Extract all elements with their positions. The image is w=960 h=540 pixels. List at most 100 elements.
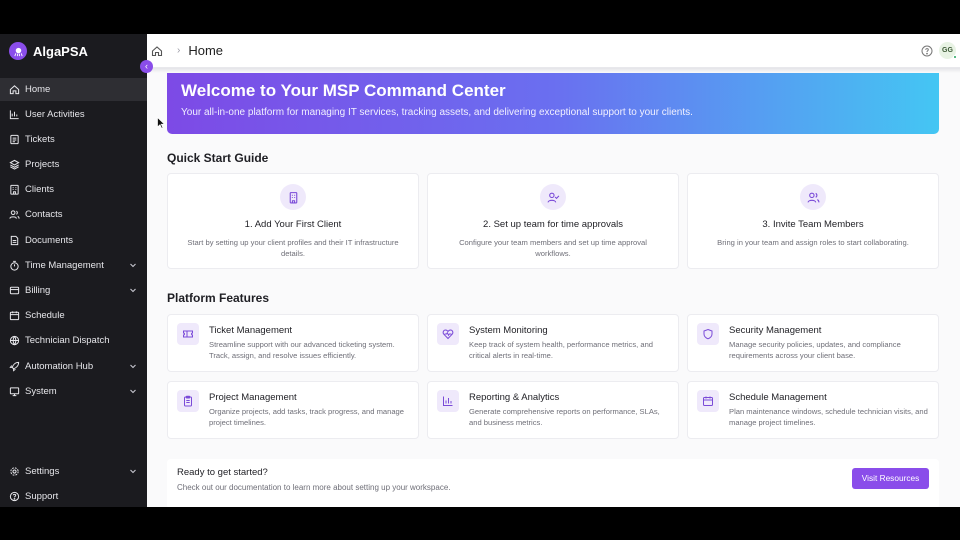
users-icon — [9, 210, 20, 219]
sidebar-item-billing[interactable]: Billing — [0, 279, 147, 302]
sidebar-item-label: Automation Hub — [25, 361, 94, 372]
chevron-down-icon[interactable] — [129, 286, 137, 294]
sidebar-item-contacts[interactable]: Contacts — [0, 203, 147, 226]
sidebar-item-label: Settings — [25, 466, 60, 477]
building-icon — [280, 184, 306, 210]
app-window: AlgaPSA Home User Activities Tickets Pro… — [0, 34, 960, 507]
card-title: 3. Invite Team Members — [762, 219, 864, 230]
user-check-icon — [540, 184, 566, 210]
card-title: Schedule Management — [729, 392, 827, 403]
feature-card-ticket-management[interactable]: Ticket Management Streamline support wit… — [167, 314, 419, 372]
card-description: Bring in your team and assign roles to s… — [717, 238, 909, 247]
document-icon — [10, 235, 19, 246]
card-description: Start by setting up your client profiles… — [187, 238, 399, 258]
welcome-banner: Welcome to Your MSP Command Center Your … — [167, 73, 939, 134]
card-description: Keep track of system health, performance… — [469, 340, 654, 360]
feature-card-security-management[interactable]: Security Management Manage security poli… — [687, 314, 939, 372]
sidebar-item-label: Documents — [25, 235, 74, 246]
sidebar-item-label: User Activities — [25, 109, 85, 120]
activity-icon — [9, 110, 19, 120]
shield-icon — [697, 323, 719, 345]
page-title: Home — [188, 43, 224, 58]
ticket-icon — [10, 134, 19, 145]
brand[interactable]: AlgaPSA — [0, 34, 147, 68]
card-description: Streamline support with our advanced tic… — [209, 340, 395, 360]
heart-pulse-icon — [437, 323, 459, 345]
card-title: Ticket Management — [209, 325, 293, 336]
cta-description: Check out our documentation to learn mor… — [177, 483, 451, 492]
layers-icon — [9, 159, 20, 170]
chevron-down-icon[interactable] — [129, 467, 137, 475]
sidebar-item-support[interactable]: Support — [0, 485, 147, 507]
card-description: Generate comprehensive reports on perfor… — [469, 407, 660, 427]
card-title: Reporting & Analytics — [469, 392, 560, 403]
sidebar-item-tickets[interactable]: Tickets — [0, 128, 147, 151]
mouse-cursor-icon — [157, 117, 165, 129]
card-description: Manage security policies, updates, and c… — [729, 340, 901, 360]
sidebar-item-projects[interactable]: Projects — [0, 153, 147, 176]
cta-title: Ready to get started? — [177, 467, 268, 478]
sidebar-item-schedule[interactable]: Schedule — [0, 304, 147, 327]
quick-start-card-invite-members[interactable]: 3. Invite Team Members Bring in your tea… — [687, 173, 939, 269]
feature-card-schedule-management[interactable]: Schedule Management Plan maintenance win… — [687, 381, 939, 439]
sidebar-item-label: Tickets — [25, 134, 55, 145]
bar-chart-icon — [437, 390, 459, 412]
sidebar-item-label: Billing — [25, 285, 51, 296]
quick-start-heading: Quick Start Guide — [167, 151, 269, 165]
monitor-icon — [9, 387, 20, 397]
feature-card-project-management[interactable]: Project Management Organize projects, ad… — [167, 381, 419, 439]
quick-start-card-add-client[interactable]: 1. Add Your First Client Start by settin… — [167, 173, 419, 269]
card-title: Security Management — [729, 325, 822, 336]
sidebar-item-label: Technician Dispatch — [25, 335, 110, 346]
sidebar-item-label: Support — [25, 491, 59, 502]
sidebar-item-label: Schedule — [25, 310, 65, 321]
feature-card-reporting-analytics[interactable]: Reporting & Analytics Generate comprehen… — [427, 381, 679, 439]
breadcrumb-separator-icon: › — [177, 45, 181, 56]
sidebar-item-label: Home — [25, 84, 51, 95]
sidebar-item-settings[interactable]: Settings — [0, 460, 147, 483]
sidebar-item-system[interactable]: System — [0, 380, 147, 403]
building-icon — [10, 184, 19, 195]
calendar-icon — [697, 390, 719, 412]
home-breadcrumb-icon[interactable] — [151, 45, 163, 57]
app-name: AlgaPSA — [33, 43, 88, 59]
help-icon[interactable] — [921, 45, 933, 57]
users-icon — [800, 184, 826, 210]
sidebar-item-home[interactable]: Home — [0, 78, 147, 101]
credit-card-icon — [9, 286, 20, 295]
card-description: Plan maintenance windows, schedule techn… — [729, 407, 928, 427]
ticket-icon — [177, 323, 199, 345]
card-description: Configure your team members and set up t… — [459, 238, 647, 258]
sidebar-item-automation-hub[interactable]: Automation Hub — [0, 355, 147, 378]
sidebar-collapse-button[interactable]: ‹ — [140, 60, 153, 73]
feature-card-system-monitoring[interactable]: System Monitoring Keep track of system h… — [427, 314, 679, 372]
home-icon — [9, 85, 20, 95]
help-icon — [9, 491, 20, 502]
alga-logo-icon — [9, 42, 27, 60]
sidebar-item-label: Clients — [25, 184, 55, 195]
sidebar-item-documents[interactable]: Documents — [0, 229, 147, 252]
get-started-banner: Ready to get started? Check out our docu… — [167, 459, 939, 507]
sidebar: AlgaPSA Home User Activities Tickets Pro… — [0, 34, 147, 507]
sidebar-item-technician-dispatch[interactable]: Technician Dispatch — [0, 329, 147, 352]
sidebar-item-label: System — [25, 386, 57, 397]
chevron-down-icon[interactable] — [129, 387, 137, 395]
rocket-icon — [9, 361, 20, 372]
calendar-icon — [9, 311, 20, 321]
gear-icon — [10, 467, 19, 476]
visit-resources-button[interactable]: Visit Resources — [852, 468, 929, 489]
top-bar: › Home GG — [147, 34, 960, 68]
card-title: 2. Set up team for time approvals — [483, 219, 623, 230]
card-title: System Monitoring — [469, 325, 548, 336]
chevron-down-icon[interactable] — [129, 261, 137, 269]
sidebar-item-clients[interactable]: Clients — [0, 178, 147, 201]
welcome-subtitle: Your all-in-one platform for managing IT… — [181, 107, 693, 118]
sidebar-item-time-management[interactable]: Time Management — [0, 254, 147, 277]
sidebar-item-label: Projects — [25, 159, 60, 170]
platform-features-heading: Platform Features — [167, 291, 270, 305]
chevron-down-icon[interactable] — [129, 362, 137, 370]
card-title: 1. Add Your First Client — [244, 219, 342, 230]
sidebar-item-label: Contacts — [25, 209, 63, 220]
sidebar-item-user-activities[interactable]: User Activities — [0, 103, 147, 126]
quick-start-card-time-approvals[interactable]: 2. Set up team for time approvals Config… — [427, 173, 679, 269]
